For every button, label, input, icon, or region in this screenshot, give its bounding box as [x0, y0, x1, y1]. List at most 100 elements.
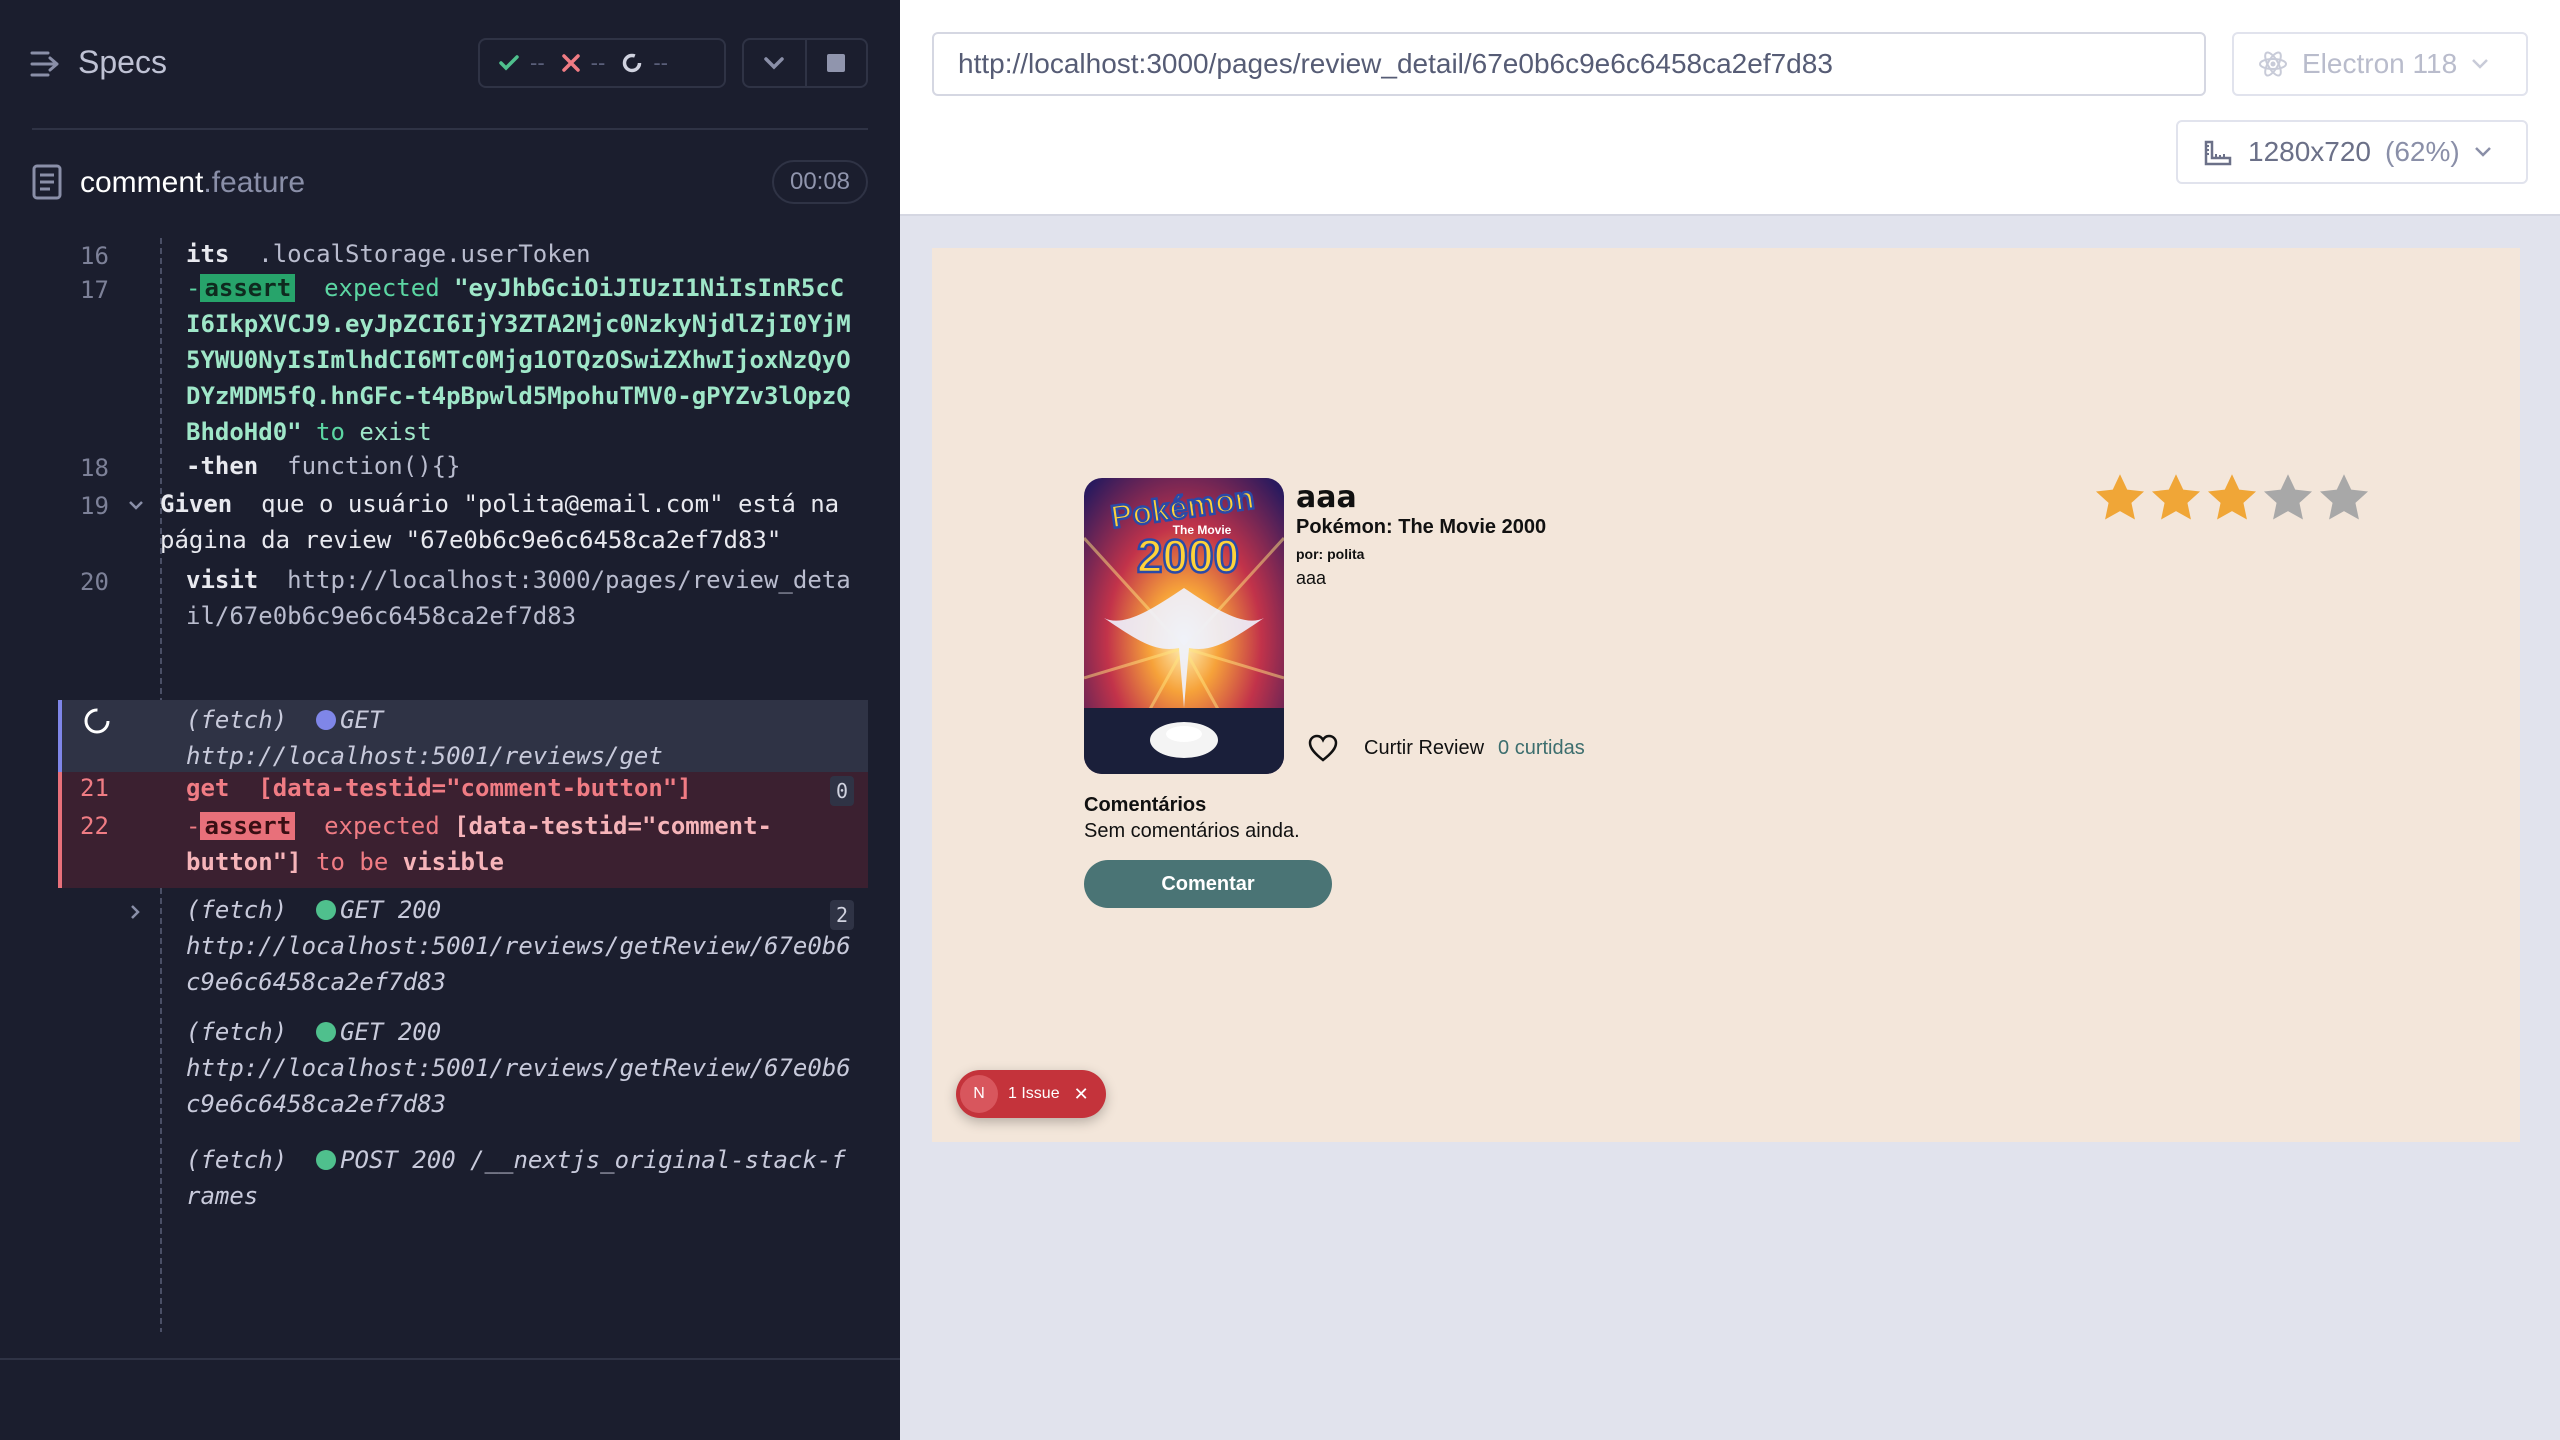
document-icon: [32, 164, 62, 204]
command-arg: http://localhost:3000/pages/review_detai…: [186, 566, 851, 630]
like-count: 0 curtidas: [1498, 736, 1585, 759]
log-content: get [data-testid="comment-button"]: [186, 770, 856, 806]
log-content: (fetch) GET 200 http://localhost:5001/re…: [186, 1014, 856, 1122]
line-number: 22: [80, 812, 109, 840]
command-name: then: [200, 452, 259, 480]
chevron-down-icon: [2472, 59, 2489, 69]
command-name: its: [186, 240, 230, 268]
log-row-18[interactable]: 18 -then function(){}: [58, 450, 868, 484]
success-dot: [316, 1022, 337, 1042]
assert-word: to be: [316, 848, 389, 876]
log-row-fetch-3[interactable]: (fetch) GET 200 http://localhost:5001/re…: [58, 1010, 868, 1138]
fetch-url: http://localhost:5001/reviews/getReview/…: [186, 932, 851, 996]
specs-title[interactable]: Specs: [78, 44, 167, 81]
fetch-method: GET 200: [340, 896, 442, 924]
log-content: - assert expected [data-testid="comment-b…: [186, 808, 846, 880]
x-icon: [561, 54, 580, 72]
viewport-selector[interactable]: 1280x720 (62%): [2176, 120, 2528, 184]
step-keyword: Given: [160, 490, 233, 518]
specs-header: Specs -- -- --: [0, 0, 900, 130]
preview-toolbar: http://localhost:3000/pages/review_detai…: [900, 0, 2560, 216]
request-count-badge: 2: [830, 900, 854, 930]
test-stats: -- -- --: [478, 38, 726, 88]
review-text: aaa: [1296, 568, 1327, 588]
log-row-17[interactable]: 17 - assert expected "eyJhbGciOiJIUzI1NiI…: [58, 272, 868, 450]
star-empty-icon: [2319, 474, 2369, 520]
fetch-url: http://localhost:5001/reviews/get: [186, 742, 663, 770]
assert-word: exist: [359, 418, 432, 446]
log-row-19-step[interactable]: 19 Given que o usuário "polita@email.com…: [58, 484, 868, 560]
success-dot: [316, 900, 337, 920]
log-row-fetch-2[interactable]: (fetch) GET 200 http://localhost:5001/re…: [58, 888, 868, 1010]
rating-stars: [2092, 470, 2372, 526]
log-content: (fetch) POST 200 /__nextjs_original-stac…: [186, 1142, 856, 1214]
assert-word: expected: [324, 274, 440, 302]
specs-list-icon[interactable]: [30, 50, 62, 82]
heart-icon[interactable]: [1308, 734, 1338, 762]
review-author-heading: aaa: [1296, 480, 1357, 515]
ruler-icon: [2204, 140, 2232, 166]
fetch-label: (fetch): [186, 896, 288, 924]
assert-badge: assert: [200, 274, 296, 302]
spinner-icon: [84, 708, 110, 734]
pending-dot: [316, 710, 337, 730]
log-content: -then function(){}: [186, 448, 856, 484]
review-by-user: por: polita: [1296, 546, 1365, 562]
assert-word: expected: [324, 812, 440, 840]
log-row-20[interactable]: 20 visit http://localhost:3000/pages/rev…: [58, 560, 868, 632]
movie-poster: Pokémon The Movie 2000: [1084, 478, 1284, 774]
browser-selector[interactable]: Electron 118: [2232, 32, 2528, 96]
duration-badge: 00:08: [772, 160, 868, 204]
stop-button[interactable]: [804, 40, 866, 86]
chevron-down-icon: [2474, 147, 2491, 157]
command-log[interactable]: 16 its .localStorage.userToken 17 - asser…: [58, 238, 868, 1332]
failed-count: --: [590, 50, 606, 75]
star-filled-icon: [2207, 474, 2257, 520]
command-prefix: -: [186, 452, 201, 480]
log-content: - assert expected "eyJhbGciOiJIUzI1NiIsIn…: [186, 270, 856, 450]
fetch-method: POST 200: [340, 1146, 456, 1174]
log-content: its .localStorage.userToken: [186, 238, 856, 272]
log-row-fetch-4[interactable]: (fetch) POST 200 /__nextjs_original-stac…: [58, 1138, 868, 1266]
fetch-label: (fetch): [186, 1018, 288, 1046]
log-row-fetch-pending[interactable]: (fetch) GET http://localhost:5001/review…: [58, 700, 868, 772]
failed-stat: --: [561, 50, 606, 76]
star-empty-icon: [2263, 474, 2313, 520]
assert-word: to: [316, 418, 345, 446]
issue-count-label[interactable]: 1 Issue: [1008, 1085, 1060, 1103]
comment-button[interactable]: Comentar: [1084, 860, 1332, 908]
line-number: 16: [80, 242, 109, 270]
passed-count: --: [530, 50, 545, 75]
log-row-21-failed[interactable]: 21 get [data-testid="comment-button"] 0: [58, 772, 868, 806]
assert-prefix: -: [186, 812, 201, 840]
command-name: get: [186, 774, 230, 802]
like-review-label[interactable]: Curtir Review: [1364, 737, 1484, 760]
chevron-right-icon[interactable]: [130, 904, 142, 920]
spinner-icon: [623, 53, 642, 73]
command-arg: .localStorage.userToken: [258, 240, 591, 268]
movie-title: Pokémon: The Movie 2000: [1296, 516, 1547, 538]
line-number: 20: [80, 568, 109, 596]
app-preview-panel: http://localhost:3000/pages/review_detai…: [900, 0, 2560, 1440]
close-icon[interactable]: ✕: [1074, 1084, 1089, 1105]
like-row: Curtir Review 0 curtidas: [1308, 734, 1585, 762]
element-count-badge: 0: [830, 776, 854, 806]
chevron-down-icon[interactable]: [128, 500, 144, 512]
poster-year: 2000: [1137, 530, 1239, 582]
fetch-method: GET 200: [340, 1018, 442, 1046]
line-number: 21: [80, 774, 109, 802]
log-content: (fetch) GET 200 http://localhost:5001/re…: [186, 892, 856, 1000]
log-row-22-failed[interactable]: 22 - assert expected [data-testid="commen…: [58, 806, 868, 888]
fetch-method: GET: [340, 706, 384, 734]
fetch-label: (fetch): [186, 706, 288, 734]
passed-stat: --: [498, 50, 545, 76]
log-row-16[interactable]: 16 its .localStorage.userToken: [58, 238, 868, 272]
collapse-button[interactable]: [744, 40, 805, 86]
command-arg: function(){}: [287, 452, 461, 480]
star-filled-icon: [2151, 474, 2201, 520]
star-filled-icon: [2095, 474, 2145, 520]
nextjs-issue-indicator[interactable]: N 1 Issue ✕: [956, 1070, 1106, 1118]
run-controls: [742, 38, 868, 88]
url-bar[interactable]: http://localhost:3000/pages/review_detai…: [932, 32, 2206, 96]
chevron-down-icon: [764, 57, 785, 70]
